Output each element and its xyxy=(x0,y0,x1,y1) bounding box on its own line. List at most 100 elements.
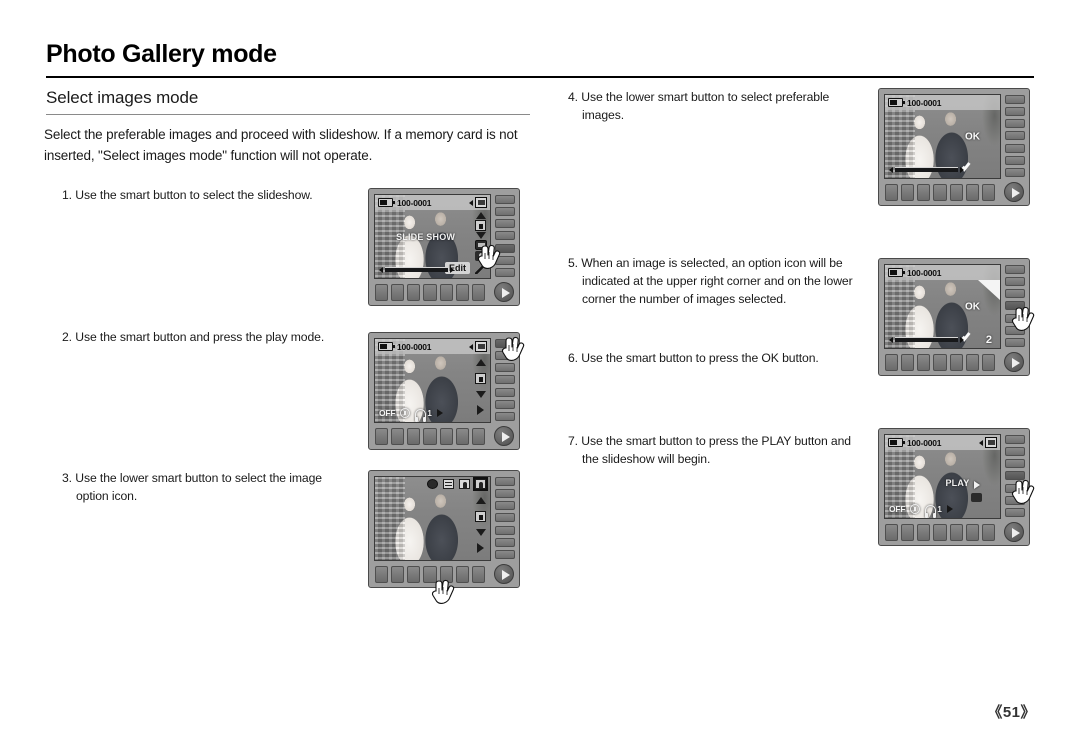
side-smart-buttons-2[interactable] xyxy=(495,339,515,421)
bottom-button-2[interactable] xyxy=(391,284,405,301)
arrow-up-icon[interactable] xyxy=(475,212,486,220)
bottom-button-2[interactable] xyxy=(901,184,915,201)
bottom-button-1[interactable] xyxy=(885,524,899,541)
play-button-knob[interactable] xyxy=(1004,522,1024,542)
lens-icon[interactable] xyxy=(427,479,438,489)
bottom-button-6[interactable] xyxy=(965,524,979,541)
scrub-bar-5[interactable] xyxy=(889,336,964,343)
play-button-knob[interactable] xyxy=(494,564,514,584)
side-button-4[interactable] xyxy=(495,231,515,241)
side-button-7[interactable] xyxy=(1005,507,1025,517)
bottom-button-3[interactable] xyxy=(407,284,421,301)
side-button-1[interactable] xyxy=(495,195,515,204)
side-button-3[interactable] xyxy=(495,219,515,229)
side-button-4[interactable] xyxy=(495,513,515,523)
bottom-smart-buttons-5[interactable] xyxy=(885,354,995,371)
side-button-2[interactable] xyxy=(1005,277,1025,287)
bottom-button-7[interactable] xyxy=(471,284,485,301)
side-button-5[interactable] xyxy=(495,525,515,535)
bottom-button-5[interactable] xyxy=(439,284,453,301)
side-button-6[interactable] xyxy=(495,399,515,409)
camera-icon[interactable] xyxy=(971,493,982,503)
bottom-button-6[interactable] xyxy=(965,184,979,201)
bottom-button-1[interactable] xyxy=(885,184,899,201)
bottom-button-3[interactable] xyxy=(407,566,421,583)
bottom-button-3[interactable] xyxy=(917,354,931,371)
side-smart-buttons-3[interactable] xyxy=(495,477,515,559)
side-button-6[interactable] xyxy=(1005,325,1025,335)
bottom-button-2[interactable] xyxy=(391,428,405,445)
bottom-button-1[interactable] xyxy=(375,284,389,301)
bottom-button-7[interactable] xyxy=(471,428,485,445)
side-button-2[interactable] xyxy=(1005,447,1025,457)
edit-pen-icon[interactable] xyxy=(474,261,487,274)
bottom-button-3[interactable] xyxy=(917,184,931,201)
play-button-knob[interactable] xyxy=(494,282,514,302)
bottom-button-6[interactable] xyxy=(965,354,979,371)
side-button-4[interactable] xyxy=(1005,131,1025,141)
bottom-button-4[interactable] xyxy=(933,524,947,541)
bottom-button-3[interactable] xyxy=(407,428,421,445)
bottom-button-7[interactable] xyxy=(981,184,995,201)
side-button-2[interactable] xyxy=(1005,107,1025,117)
bottom-button-4[interactable] xyxy=(933,354,947,371)
portrait-icon[interactable] xyxy=(475,220,486,232)
side-button-7[interactable] xyxy=(495,549,515,559)
side-button-3[interactable] xyxy=(1005,119,1025,129)
scrub-bar-4[interactable] xyxy=(889,166,964,173)
arrow-down-icon[interactable] xyxy=(475,390,486,398)
side-button-2[interactable] xyxy=(495,351,515,361)
bottom-smart-buttons-4[interactable] xyxy=(885,184,995,201)
arrow-up-icon[interactable] xyxy=(475,359,486,367)
side-button-2[interactable] xyxy=(495,207,515,217)
portrait-icon[interactable] xyxy=(475,511,486,523)
side-button-7[interactable] xyxy=(1005,337,1025,347)
bottom-button-5[interactable] xyxy=(439,566,453,583)
bottom-button-2[interactable] xyxy=(901,354,915,371)
side-button-1[interactable] xyxy=(1005,265,1025,274)
side-button-7[interactable] xyxy=(495,267,515,277)
bottom-smart-buttons-2[interactable] xyxy=(375,428,485,445)
side-button-4[interactable] xyxy=(1005,471,1025,481)
grid-icon[interactable] xyxy=(443,479,454,489)
side-button-7[interactable] xyxy=(1005,167,1025,177)
side-button-6[interactable] xyxy=(495,537,515,547)
arrow-up-icon[interactable] xyxy=(475,497,486,505)
side-button-5[interactable] xyxy=(1005,483,1025,493)
play-arrow-icon[interactable] xyxy=(974,481,980,490)
bottom-button-3[interactable] xyxy=(917,524,931,541)
play-button-knob[interactable] xyxy=(1004,182,1024,202)
play-arrow-icon[interactable] xyxy=(477,542,484,553)
arrow-down-icon[interactable] xyxy=(475,232,486,240)
scrub-bar-1[interactable] xyxy=(379,266,454,273)
side-smart-buttons-1[interactable] xyxy=(495,195,515,277)
side-smart-buttons-5[interactable] xyxy=(1005,265,1025,347)
side-button-3[interactable] xyxy=(1005,459,1025,469)
bottom-button-7[interactable] xyxy=(471,566,485,583)
side-button-6[interactable] xyxy=(1005,495,1025,505)
side-button-7[interactable] xyxy=(495,411,515,421)
bottom-button-1[interactable] xyxy=(375,428,389,445)
side-button-3[interactable] xyxy=(495,363,515,373)
side-button-4[interactable] xyxy=(495,375,515,385)
side-smart-buttons-4[interactable] xyxy=(1005,95,1025,177)
side-button-5[interactable] xyxy=(495,387,515,397)
bottom-button-1[interactable] xyxy=(885,354,899,371)
bottom-button-2[interactable] xyxy=(391,566,405,583)
portrait-icon[interactable] xyxy=(475,373,486,385)
bottom-smart-buttons-3[interactable] xyxy=(375,566,485,583)
side-button-5[interactable] xyxy=(1005,143,1025,153)
side-button-5[interactable] xyxy=(495,243,515,253)
bottom-button-4[interactable] xyxy=(423,566,437,583)
side-button-4[interactable] xyxy=(1005,301,1025,311)
bottom-button-6[interactable] xyxy=(455,284,469,301)
bottom-button-1[interactable] xyxy=(375,566,389,583)
side-button-5[interactable] xyxy=(1005,313,1025,323)
side-button-1[interactable] xyxy=(495,339,515,348)
bottom-button-4[interactable] xyxy=(933,184,947,201)
bottom-smart-buttons-1[interactable] xyxy=(375,284,485,301)
bottom-button-4[interactable] xyxy=(423,428,437,445)
ok-label[interactable]: OK xyxy=(965,301,980,312)
portrait-icon[interactable] xyxy=(459,479,470,489)
bottom-button-6[interactable] xyxy=(455,428,469,445)
